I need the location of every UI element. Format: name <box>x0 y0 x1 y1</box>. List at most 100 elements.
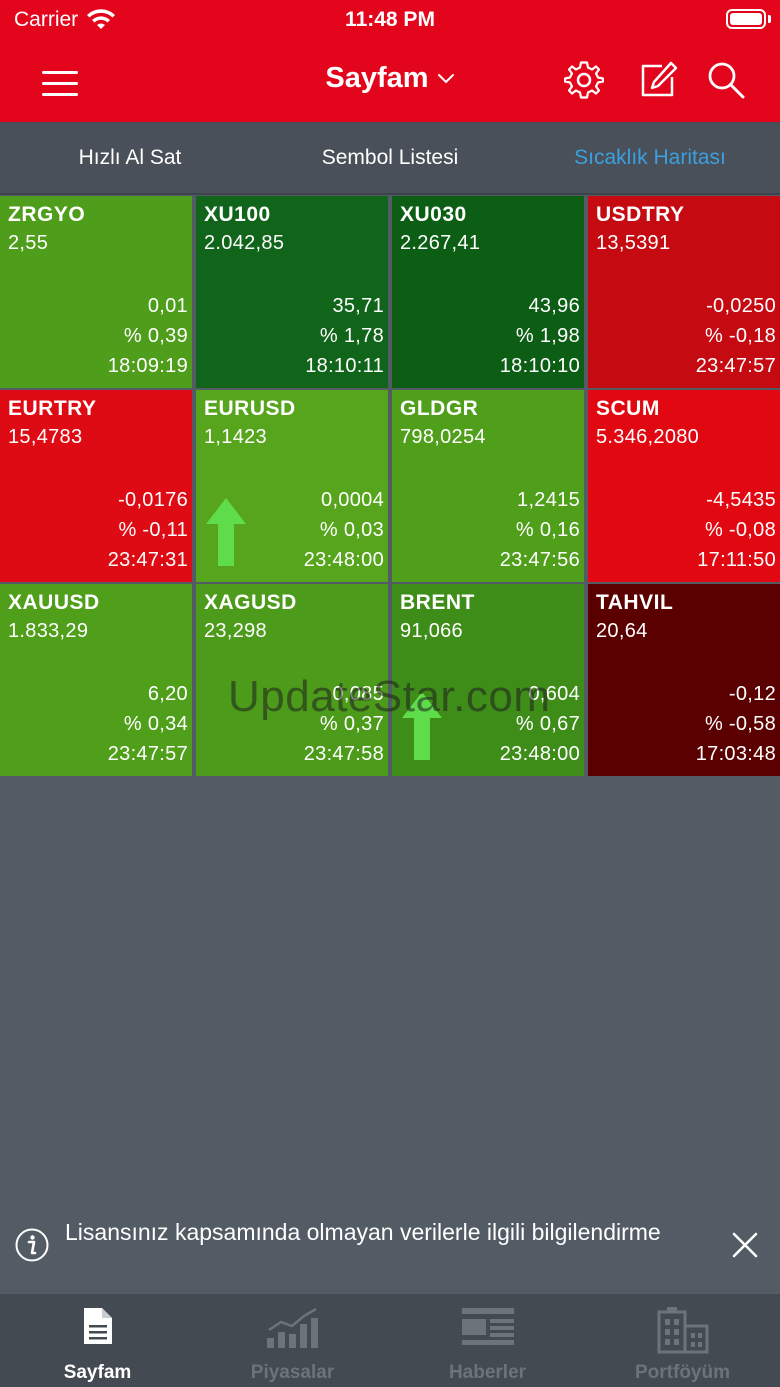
tab-sembol-listesi[interactable]: Sembol Listesi <box>260 122 520 193</box>
info-banner[interactable]: Lisansınız kapsamında olmayan verilerle … <box>0 1212 780 1294</box>
cell-price: 2.267,41 <box>400 232 481 254</box>
cell-time: 23:47:58 <box>303 743 384 765</box>
heatmap-cell-xagusd[interactable]: XAGUSD 23,298 0,085 % 0,37 23:47:58 <box>196 584 388 776</box>
cell-price: 20,64 <box>596 620 648 642</box>
bottom-tab-portfoyum[interactable]: Portföyüm <box>585 1294 780 1387</box>
document-icon <box>83 1308 112 1344</box>
cell-price: 23,298 <box>204 620 267 642</box>
cell-time: 23:48:00 <box>303 549 384 571</box>
heatmap-cell-eurtry[interactable]: EURTRY 15,4783 -0,0176 % -0,11 23:47:31 <box>0 390 192 582</box>
cell-symbol: EURTRY <box>8 397 97 420</box>
cell-time: 23:47:57 <box>107 743 188 765</box>
heatmap-cell-tahvil[interactable]: TAHVIL 20,64 -0,12 % -0,58 17:03:48 <box>588 584 780 776</box>
cell-percent: % -0,08 <box>704 519 776 541</box>
segment-tabs: Hızlı Al Sat Sembol Listesi Sıcaklık Har… <box>0 122 780 195</box>
heatmap-cell-xu100[interactable]: XU100 2.042,85 35,71 % 1,78 18:10:11 <box>196 196 388 388</box>
cell-stats: -0,12 % -0,58 17:03:48 <box>696 679 776 769</box>
bottom-tab-piyasalar[interactable]: Piyasalar <box>195 1294 390 1387</box>
cell-price: 1,1423 <box>204 426 267 448</box>
cell-stats: 43,96 % 1,98 18:10:10 <box>500 291 580 381</box>
battery-icon <box>726 9 766 29</box>
cell-stats: 1,2415 % 0,16 23:47:56 <box>500 485 580 575</box>
edit-icon[interactable] <box>638 60 678 100</box>
cell-percent: % -0,58 <box>704 713 776 735</box>
cell-price: 798,0254 <box>400 426 486 448</box>
heatmap-cell-zrgyo[interactable]: ZRGYO 2,55 0,01 % 0,39 18:09:19 <box>0 196 192 388</box>
cell-change: 35,71 <box>332 295 384 317</box>
close-icon[interactable] <box>732 1232 758 1258</box>
cell-time: 23:47:57 <box>695 355 776 377</box>
cell-percent: % -0,18 <box>704 325 776 347</box>
heatmap-cell-brent[interactable]: BRENT 91,066 0,604 % 0,67 23:48:00 <box>392 584 584 776</box>
chevron-down-icon <box>437 73 454 83</box>
heatmap-grid: ZRGYO 2,55 0,01 % 0,39 18:09:19 XU100 2.042,85… <box>0 196 780 776</box>
cell-change: 6,20 <box>147 683 188 705</box>
clock: 11:48 PM <box>345 8 435 31</box>
cell-stats: -0,0250 % -0,18 23:47:57 <box>696 291 776 381</box>
cell-percent: % 0,37 <box>319 713 384 735</box>
info-icon <box>15 1228 49 1262</box>
cell-time: 18:10:11 <box>305 355 384 377</box>
cell-symbol: XU100 <box>204 203 271 226</box>
cell-change: -0,0250 <box>706 295 776 317</box>
cell-price: 1.833,29 <box>8 620 89 642</box>
cell-stats: 0,01 % 0,39 18:09:19 <box>108 291 188 381</box>
heatmap-cell-gldgr[interactable]: GLDGR 798,0254 1,2415 % 0,16 23:47:56 <box>392 390 584 582</box>
cell-percent: % 0,16 <box>515 519 580 541</box>
cell-percent: % 1,78 <box>319 325 384 347</box>
cell-time: 17:03:48 <box>695 743 776 765</box>
bottom-tab-label: Haberler <box>448 1362 527 1383</box>
bottom-tab-label: Portföyüm <box>635 1362 730 1383</box>
cell-percent: % 0,03 <box>319 519 384 541</box>
nav-bar: Sayfam <box>0 40 780 122</box>
bottom-tab-sayfam[interactable]: Sayfam <box>0 1294 195 1387</box>
cell-symbol: TAHVIL <box>596 591 674 614</box>
cell-price: 91,066 <box>400 620 463 642</box>
page-title: Sayfam <box>325 62 429 94</box>
cell-time: 18:10:10 <box>499 355 580 377</box>
cell-price: 5.346,2080 <box>596 426 700 448</box>
cell-symbol: XU030 <box>400 203 467 226</box>
cell-symbol: EURUSD <box>204 397 296 420</box>
bottom-tab-label: Sayfam <box>63 1362 132 1383</box>
status-bar: Carrier 11:48 PM <box>0 0 780 40</box>
cell-time: 17:11:50 <box>697 549 776 571</box>
gear-icon[interactable] <box>564 60 604 100</box>
cell-symbol: XAUUSD <box>8 591 100 614</box>
cell-stats: 0,085 % 0,37 23:47:58 <box>304 679 384 769</box>
heatmap-cell-scum[interactable]: SCUM 5.346,2080 -4,5435 % -0,08 17:11:50 <box>588 390 780 582</box>
cell-symbol: GLDGR <box>400 397 479 420</box>
heatmap-cell-eurusd[interactable]: EURUSD 1,1423 0,0004 % 0,03 23:48:00 <box>196 390 388 582</box>
cell-stats: 0,604 % 0,67 23:48:00 <box>500 679 580 769</box>
cell-change: 0,0004 <box>321 489 384 511</box>
cell-time: 18:09:19 <box>107 355 188 377</box>
cell-change: -0,12 <box>728 683 776 705</box>
cell-stats: 6,20 % 0,34 23:47:57 <box>108 679 188 769</box>
cell-stats: 35,71 % 1,78 18:10:11 <box>305 291 384 381</box>
tab-hizli-al-sat[interactable]: Hızlı Al Sat <box>0 122 260 193</box>
heatmap-cell-xu030[interactable]: XU030 2.267,41 43,96 % 1,98 18:10:10 <box>392 196 584 388</box>
cell-symbol: ZRGYO <box>8 203 86 226</box>
up-arrow-icon <box>206 498 246 566</box>
heatmap-cell-xauusd[interactable]: XAUUSD 1.833,29 6,20 % 0,34 23:47:57 <box>0 584 192 776</box>
page-title-dropdown[interactable]: Sayfam <box>325 62 454 95</box>
cell-stats: -0,0176 % -0,11 23:47:31 <box>108 485 188 575</box>
cell-change: 0,085 <box>332 683 384 705</box>
cell-price: 2.042,85 <box>204 232 285 254</box>
heatmap-cell-usdtry[interactable]: USDTRY 13,5391 -0,0250 % -0,18 23:47:57 <box>588 196 780 388</box>
cell-stats: -4,5435 % -0,08 17:11:50 <box>697 485 776 575</box>
up-arrow-icon <box>402 692 442 760</box>
cell-percent: % 0,34 <box>123 713 188 735</box>
cell-symbol: USDTRY <box>596 203 685 226</box>
bottom-tab-haberler[interactable]: Haberler <box>390 1294 585 1387</box>
cell-price: 13,5391 <box>596 232 671 254</box>
cell-percent: % 0,39 <box>123 325 188 347</box>
cell-price: 2,55 <box>8 232 49 254</box>
tab-sicaklik-haritasi[interactable]: Sıcaklık Haritası <box>520 122 780 193</box>
cell-time: 23:47:31 <box>107 549 188 571</box>
cell-percent: % 0,67 <box>515 713 580 735</box>
search-icon[interactable] <box>706 60 746 100</box>
cell-stats: 0,0004 % 0,03 23:48:00 <box>304 485 384 575</box>
cell-change: 0,604 <box>528 683 580 705</box>
chart-icon <box>266 1307 318 1348</box>
